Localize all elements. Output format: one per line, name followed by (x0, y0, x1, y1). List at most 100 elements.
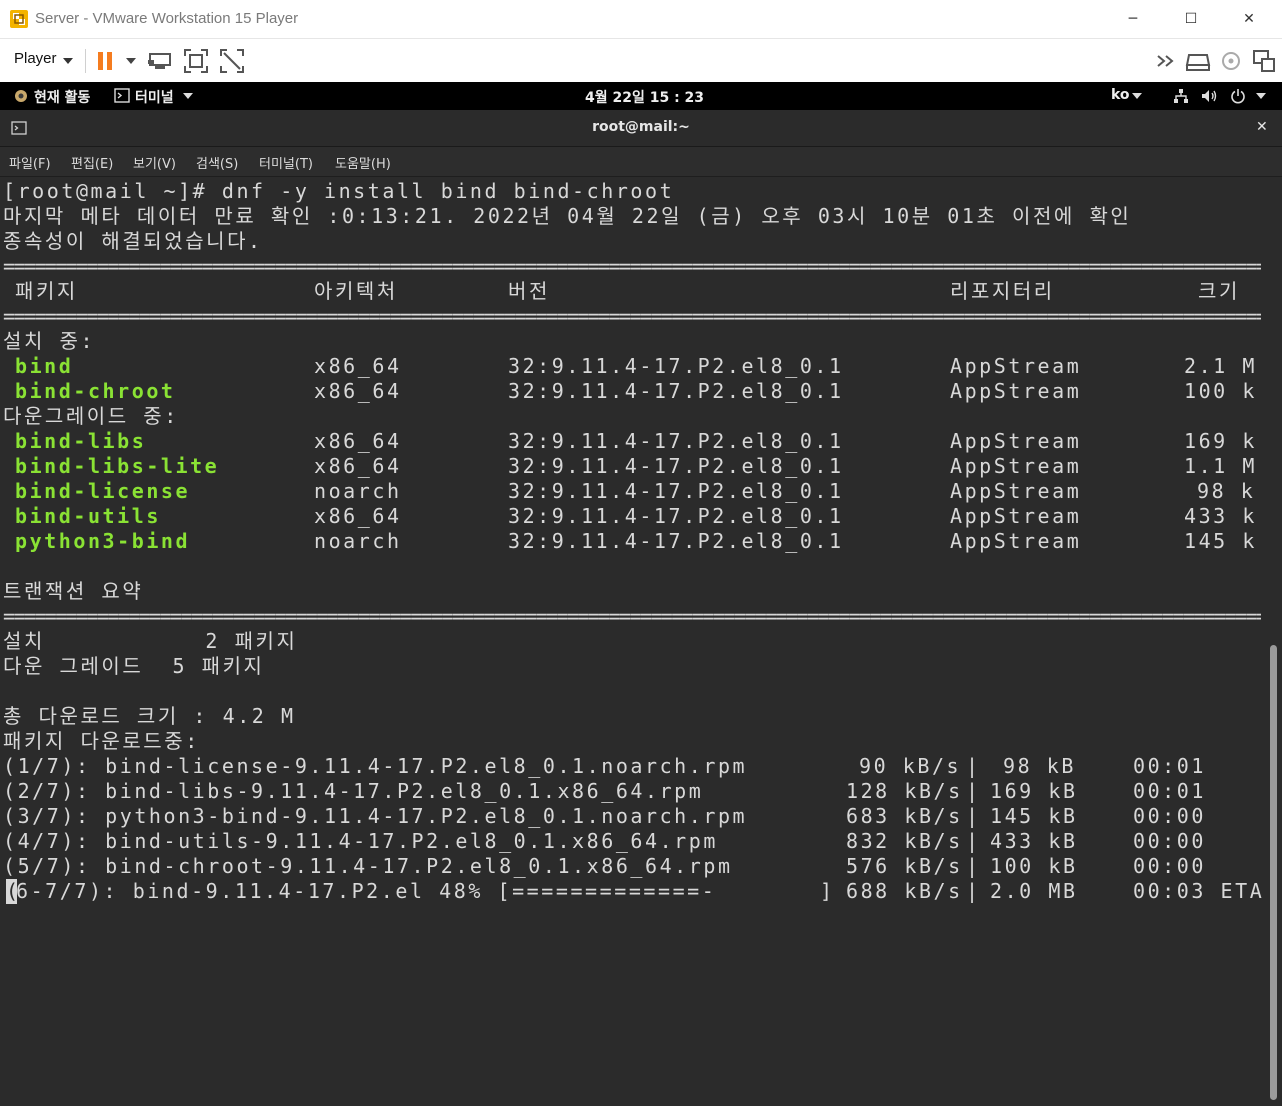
download-file: (3/7): python3-bind-9.11.4-17.P2.el8_0.1… (3, 804, 748, 828)
metadata-check-line: 마지막 메타 데이터 만료 확인 :0:13:21. 2022년 04월 22일… (3, 204, 1132, 228)
menu-edit[interactable]: 편집(E) (71, 153, 113, 172)
gnome-top-bar: 현재 활동 터미널 4월 22일 15 : 23 ko (0, 82, 1282, 110)
vmware-logo-icon (10, 10, 28, 28)
downgrading-label: 다운그레이드 중: (3, 404, 179, 428)
package-row: bind x86_64 32:9.11.4-17.P2.el8_0.1 AppS… (3, 354, 1263, 379)
progress-time: 00:03 ETA (1133, 879, 1265, 903)
fullscreen-icon[interactable] (182, 47, 210, 75)
toolbar-divider (85, 49, 86, 73)
download-file: (1/7): bind-license-9.11.4-17.P2.el8_0.1… (3, 754, 748, 778)
terminal-close-icon[interactable]: ✕ (1256, 119, 1268, 135)
menu-search[interactable]: 검색(S) (196, 153, 238, 172)
package-version: 32:9.11.4-17.P2.el8_0.1 (508, 479, 844, 503)
package-row: bind-libs-lite x86_64 32:9.11.4-17.P2.el… (3, 454, 1263, 479)
download-progress-row: ( 6-7/7): bind-9.11.4-17.P2.el 48% [====… (3, 879, 1263, 904)
download-rate: 683 kB/s (846, 804, 963, 828)
power-icon[interactable] (1230, 88, 1246, 104)
forward-arrows-icon[interactable] (1154, 47, 1182, 75)
network-icon[interactable] (1173, 88, 1189, 104)
app-menu-button[interactable]: 터미널 (135, 87, 174, 107)
progress-size: 2.0 MB (990, 879, 1078, 903)
minimize-button[interactable]: ─ (1104, 0, 1162, 38)
package-size: 2.1 M (1184, 354, 1257, 378)
header-version: 버전 (508, 279, 550, 303)
package-repo: AppStream (950, 504, 1082, 528)
package-arch: noarch (314, 479, 402, 503)
download-divider: | (966, 854, 981, 878)
package-row: python3-bind noarch 32:9.11.4-17.P2.el8_… (3, 529, 1263, 554)
unity-mode-icon[interactable] (218, 47, 246, 75)
menu-terminal[interactable]: 터미널(T) (259, 153, 313, 172)
transaction-summary-label: 트랜잭션 요약 (3, 579, 144, 603)
download-size: 169 kB (990, 779, 1078, 803)
send-ctrl-alt-del-icon[interactable] (146, 47, 174, 75)
package-version: 32:9.11.4-17.P2.el8_0.1 (508, 504, 844, 528)
network-adapter-icon[interactable] (1250, 47, 1278, 75)
close-icon: ✕ (1243, 11, 1255, 27)
progress-bracket: ] (820, 879, 835, 903)
command-prompt-line: [root@mail ~]# dnf -y install bind bind-… (3, 179, 675, 203)
header-package: 패키지 (15, 279, 78, 303)
download-rate: 832 kB/s (846, 829, 963, 853)
download-file: (2/7): bind-libs-9.11.4-17.P2.el8_0.1.x8… (3, 779, 704, 803)
package-name: python3-bind (15, 529, 191, 553)
menu-help[interactable]: 도움말(H) (335, 153, 391, 172)
package-repo: AppStream (950, 354, 1082, 378)
maximize-button[interactable]: ☐ (1162, 0, 1220, 38)
dependencies-resolved-line: 종속성이 해결되었습니다. (3, 229, 263, 253)
package-size: 98 k (1197, 479, 1256, 503)
menu-view[interactable]: 보기(V) (133, 153, 176, 172)
close-button[interactable]: ✕ (1220, 0, 1278, 38)
progress-rate: 688 kB/s (846, 879, 963, 903)
download-time: 00:01 (1133, 754, 1206, 778)
app-menu-caret-icon (183, 93, 193, 99)
download-time: 00:00 (1133, 804, 1206, 828)
input-method-indicator[interactable]: ko (1111, 87, 1130, 103)
package-repo: AppStream (950, 479, 1082, 503)
download-size: 100 kB (990, 854, 1078, 878)
installing-label: 설치 중: (3, 329, 96, 353)
hard-disk-icon[interactable] (1184, 47, 1212, 75)
header-size: 크기 (1198, 279, 1240, 303)
package-repo: AppStream (950, 429, 1082, 453)
activities-button[interactable]: 현재 활동 (34, 87, 90, 107)
terminal-scrollbar-thumb[interactable] (1270, 645, 1277, 1100)
package-repo: AppStream (950, 454, 1082, 478)
system-menu-caret-icon[interactable] (1256, 93, 1266, 100)
cd-dvd-icon[interactable] (1217, 47, 1245, 75)
separator-line: ========================================… (3, 604, 1261, 628)
maximize-icon: ☐ (1184, 11, 1198, 27)
download-time: 00:00 (1133, 829, 1206, 853)
pause-dropdown-icon[interactable] (118, 47, 146, 75)
header-arch: 아키텍처 (314, 279, 398, 303)
pause-icon[interactable] (92, 47, 120, 75)
player-menu-button[interactable]: Player (14, 50, 57, 67)
download-row: (3/7): python3-bind-9.11.4-17.P2.el8_0.1… (3, 804, 1263, 829)
package-version: 32:9.11.4-17.P2.el8_0.1 (508, 379, 844, 403)
package-version: 32:9.11.4-17.P2.el8_0.1 (508, 429, 844, 453)
download-time: 00:00 (1133, 854, 1206, 878)
package-size: 169 k (1184, 429, 1257, 453)
separator-line: ========================================… (3, 304, 1261, 328)
package-row: bind-libs x86_64 32:9.11.4-17.P2.el8_0.1… (3, 429, 1263, 454)
clock[interactable]: 4월 22일 15 : 23 (585, 87, 704, 107)
download-row: (1/7): bind-license-9.11.4-17.P2.el8_0.1… (3, 754, 1263, 779)
download-rate: 128 kB/s (846, 779, 963, 803)
package-name: bind-utils (15, 504, 161, 528)
package-name: bind (15, 354, 74, 378)
menu-file[interactable]: 파일(F) (9, 153, 51, 172)
package-repo: AppStream (950, 379, 1082, 403)
vmware-toolbar: Player (0, 39, 1282, 82)
download-rate: 90 kB/s (859, 754, 962, 778)
volume-icon[interactable] (1201, 88, 1218, 104)
terminal-output[interactable]: [root@mail ~]# dnf -y install bind bind-… (0, 177, 1266, 1106)
package-version: 32:9.11.4-17.P2.el8_0.1 (508, 529, 844, 553)
package-version: 32:9.11.4-17.P2.el8_0.1 (508, 354, 844, 378)
summary-downgrade-line: 다운 그레이드 5 패키지 (3, 654, 265, 678)
vmware-title-bar: Server - VMware Workstation 15 Player ─ … (0, 0, 1282, 39)
package-name: bind-chroot (15, 379, 176, 403)
download-divider: | (966, 754, 981, 778)
package-name: bind-license (15, 479, 191, 503)
download-row: (5/7): bind-chroot-9.11.4-17.P2.el8_0.1.… (3, 854, 1263, 879)
package-arch: noarch (314, 529, 402, 553)
